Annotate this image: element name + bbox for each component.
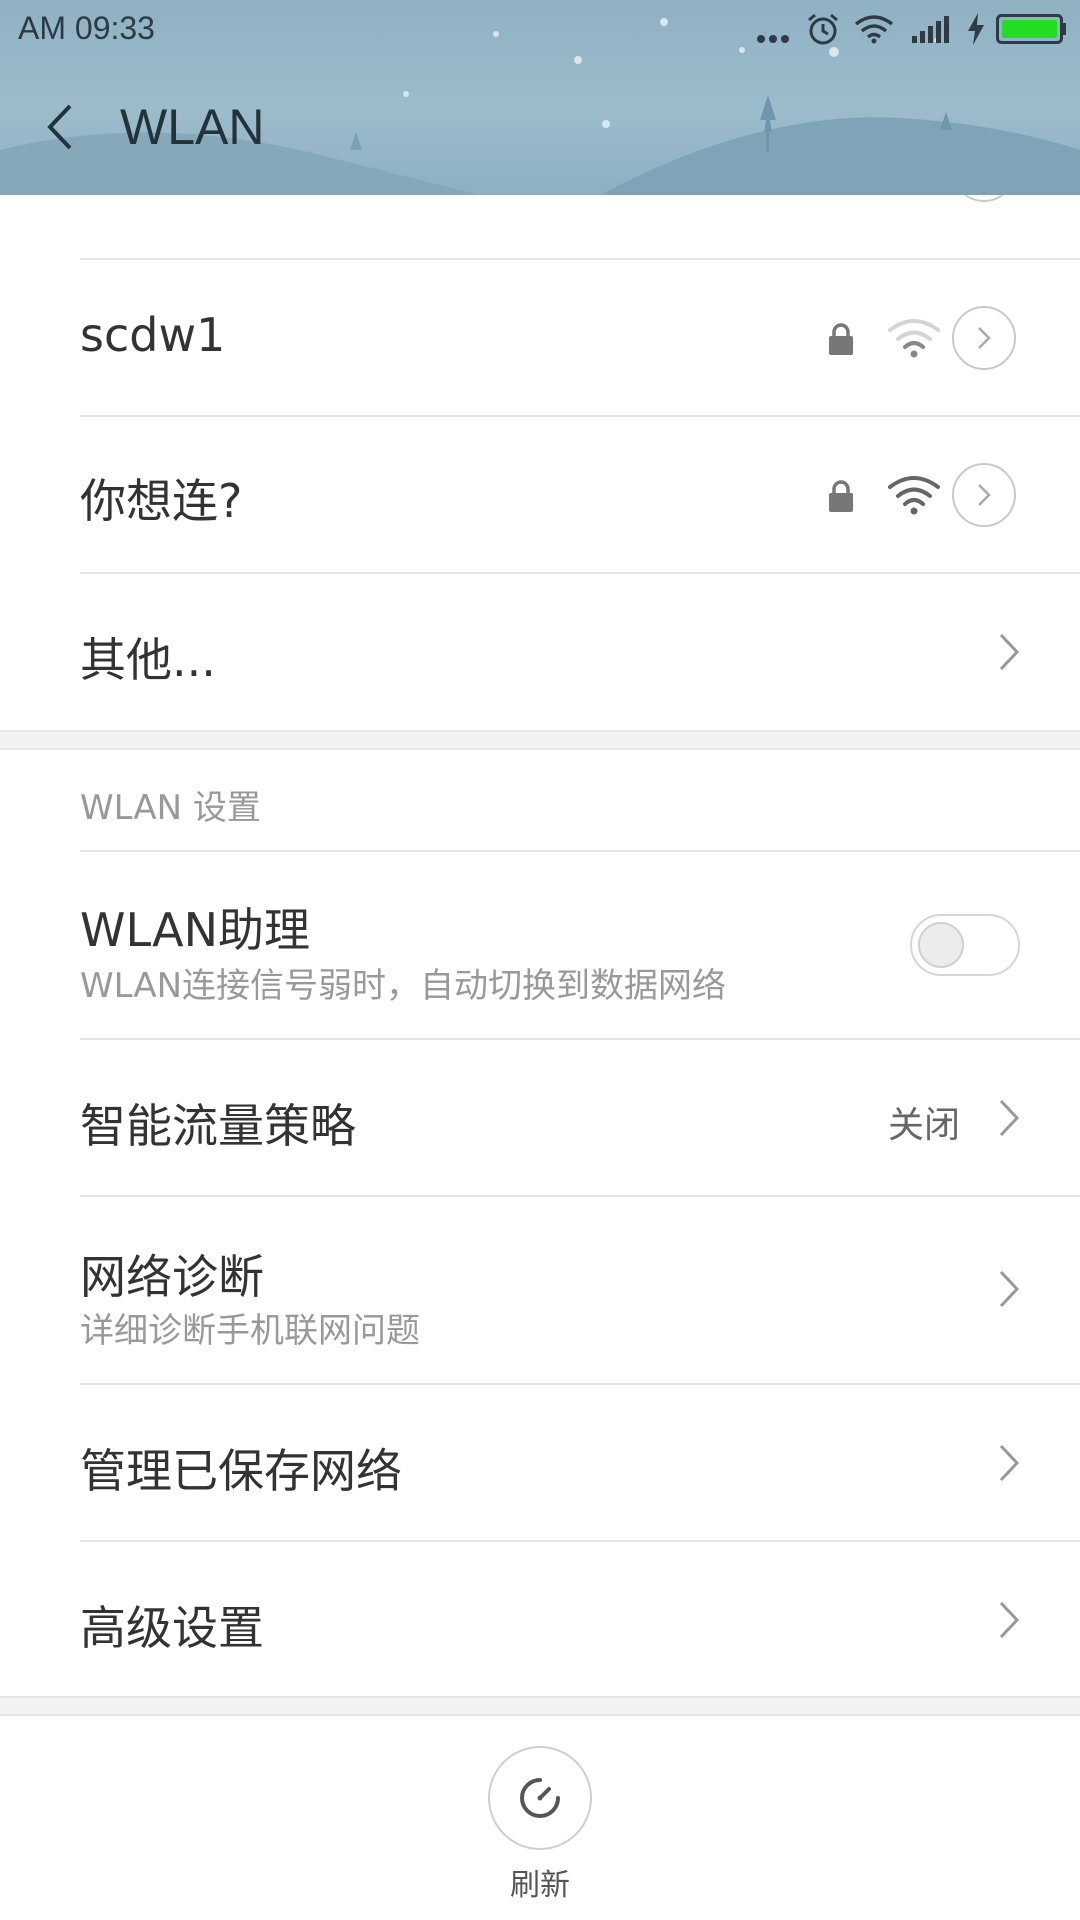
battery-icon <box>996 14 1066 44</box>
section-gap <box>0 730 1080 750</box>
other-network-row[interactable]: 其他... <box>0 574 1080 730</box>
lock-icon <box>829 480 853 512</box>
settings-section-header: WLAN 设置 <box>0 752 1080 852</box>
section-gap <box>0 1696 1080 1716</box>
status-time: AM 09:33 <box>18 10 155 46</box>
chevron-right-icon <box>999 1444 1020 1482</box>
refresh-button[interactable] <box>488 1746 592 1850</box>
wlan-assistant-title: WLAN助理 <box>80 903 311 957</box>
network-detail-button[interactable] <box>952 463 1016 527</box>
network-diagnosis-row[interactable]: 网络诊断 详细诊断手机联网问题 <box>0 1197 1080 1383</box>
network-row-scdw1[interactable]: scdw1 <box>0 260 1080 416</box>
toggle-knob <box>918 922 964 968</box>
page-title: WLAN <box>120 99 265 155</box>
refresh-label: 刷新 <box>510 1868 570 1903</box>
lock-icon <box>829 323 853 355</box>
saved-networks-row[interactable]: 管理已保存网络 <box>0 1385 1080 1541</box>
refresh-icon <box>520 1778 560 1818</box>
app-header: AM 09:33 WLAN <box>0 0 1080 195</box>
other-network-label: 其他... <box>80 633 216 687</box>
smart-traffic-row[interactable]: 智能流量策略 关闭 <box>0 1040 1080 1196</box>
alarm-icon <box>808 13 838 45</box>
smart-traffic-value: 关闭 <box>888 1105 961 1146</box>
wifi-status-icon <box>854 15 894 44</box>
network-diagnosis-title: 网络诊断 <box>80 1250 264 1304</box>
advanced-settings-title: 高级设置 <box>80 1601 264 1655</box>
chevron-right-icon <box>978 484 991 506</box>
saved-networks-title: 管理已保存网络 <box>80 1444 402 1498</box>
wifi-signal-strong-icon <box>888 476 940 515</box>
chevron-right-icon <box>999 1099 1020 1137</box>
advanced-settings-row[interactable]: 高级设置 <box>0 1542 1080 1696</box>
network-name: 你想连? <box>80 474 243 528</box>
charging-icon <box>968 13 984 45</box>
chevron-right-icon <box>999 1601 1020 1639</box>
network-name: scdw1 <box>80 308 226 362</box>
wifi-signal-weak-icon <box>888 319 940 358</box>
back-arrow-icon[interactable] <box>44 102 78 152</box>
chevron-right-icon <box>999 633 1020 671</box>
network-row-nixianglian[interactable]: 你想连? <box>0 417 1080 573</box>
more-notifications-icon <box>757 35 789 43</box>
section-title: WLAN 设置 <box>80 788 261 828</box>
cellular-signal-icon <box>912 16 949 43</box>
status-bar: AM 09:33 <box>0 0 1080 60</box>
network-detail-button[interactable] <box>952 306 1016 370</box>
smart-traffic-title: 智能流量策略 <box>80 1099 356 1153</box>
chevron-right-icon <box>999 1270 1020 1308</box>
wlan-assistant-toggle[interactable] <box>910 914 1020 976</box>
network-diagnosis-subtitle: 详细诊断手机联网问题 <box>80 1311 420 1351</box>
chevron-right-icon <box>978 327 991 349</box>
wlan-assistant-subtitle: WLAN连接信号弱时，自动切换到数据网络 <box>80 966 727 1006</box>
